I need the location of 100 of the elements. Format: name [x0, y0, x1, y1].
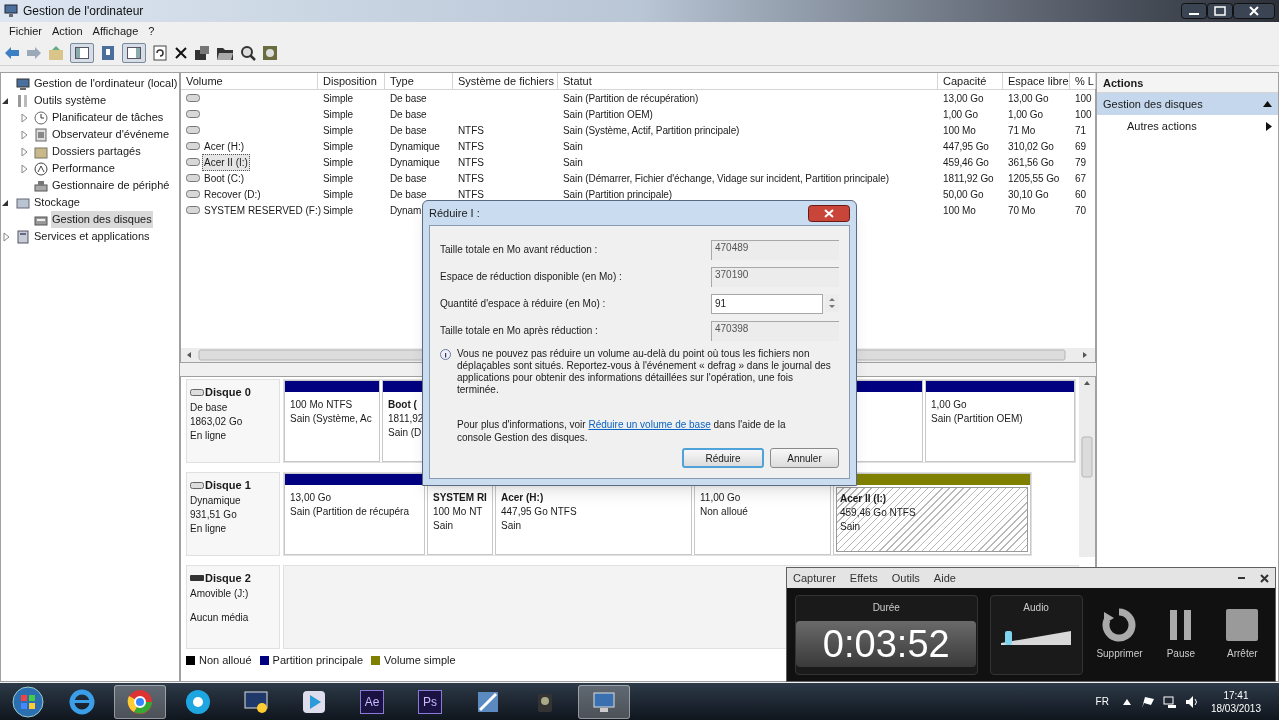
- field-label: Quantité d'espace à réduire (en Mo) :: [440, 297, 607, 311]
- table-cell-text: De base: [390, 123, 427, 138]
- close-icon[interactable]: [808, 204, 850, 222]
- recorder-button[interactable]: Pause: [1156, 608, 1206, 661]
- tree-item[interactable]: Performance: [51, 160, 116, 177]
- table-cell-text: Simple: [323, 91, 353, 106]
- language-indicator[interactable]: FR: [1095, 694, 1109, 709]
- partition-info: 1,00 Go: [931, 398, 967, 412]
- properties-icon[interactable]: [194, 44, 210, 61]
- browser-icon: [126, 687, 154, 716]
- dialog-button[interactable]: Réduire: [682, 448, 764, 468]
- menu-item[interactable]: ?: [143, 22, 160, 40]
- partition-info: 459,46 Go NTFS: [840, 506, 916, 520]
- table-cell-text: 71 Mo: [1008, 123, 1036, 138]
- taskbar-item[interactable]: [114, 684, 166, 719]
- slider-thumb[interactable]: [1004, 630, 1012, 645]
- tree-item[interactable]: Gestion de l'ordinateur (local): [33, 75, 179, 92]
- audio-label: Audio: [1023, 600, 1049, 615]
- pane-section-header[interactable]: Gestion des disques: [1097, 93, 1278, 115]
- menu-item[interactable]: Outils: [891, 569, 920, 587]
- column-header[interactable]: Capacité: [938, 73, 1003, 89]
- disk-info: En ligne: [190, 428, 228, 443]
- partition-block[interactable]: 13,00 Go Sain (Partition de récupéra: [284, 473, 425, 555]
- minimize-icon[interactable]: [1181, 3, 1207, 19]
- column-header[interactable]: Espace libre: [1003, 73, 1070, 89]
- table-cell-text: Sain: [563, 155, 583, 170]
- tree-item[interactable]: Outils système: [33, 92, 108, 109]
- table-cell[interactable]: Acer (H:): [202, 137, 246, 155]
- flag-icon[interactable]: [1140, 694, 1155, 709]
- number-field[interactable]: 91: [711, 293, 823, 314]
- panel-icon: [75, 46, 89, 59]
- disk-info: 931,51 Go: [190, 507, 238, 522]
- refresh-icon[interactable]: [152, 44, 168, 61]
- show-pane-button[interactable]: [122, 42, 146, 63]
- stop-icon: [1225, 608, 1260, 642]
- table-cell-text: Sain (Partition OEM): [563, 107, 653, 122]
- settings-icon[interactable]: [262, 44, 278, 61]
- submenu-arrow-icon: [1266, 121, 1272, 131]
- column-header[interactable]: Volume: [181, 73, 318, 89]
- network-icon[interactable]: [1162, 694, 1177, 709]
- taskbar-item[interactable]: Ae: [346, 684, 398, 719]
- volume-icon[interactable]: [1184, 694, 1199, 709]
- pause-icon: [1167, 608, 1194, 642]
- drive-icon: [186, 158, 200, 166]
- table-cell[interactable]: Acer II (I:): [202, 153, 250, 171]
- start-button[interactable]: [10, 684, 46, 719]
- vertical-scrollbar[interactable]: [1079, 377, 1095, 557]
- clock-date[interactable]: 18/03/2013: [1210, 701, 1261, 715]
- submenu-entry[interactable]: Autres actions: [1097, 115, 1278, 137]
- recorder-button[interactable]: Arrêter: [1217, 608, 1267, 661]
- close-icon[interactable]: [1260, 573, 1269, 583]
- readonly-field: 370190: [711, 266, 839, 287]
- tree-item[interactable]: Services et applications: [33, 228, 151, 245]
- close-icon[interactable]: [1233, 3, 1275, 19]
- table-cell-text: 1205,55 Go: [1008, 171, 1060, 186]
- table-cell-text: 13,00 Go: [1008, 91, 1049, 106]
- partition-block[interactable]: 1,00 Go Sain (Partition OEM): [925, 380, 1075, 462]
- partition-block[interactable]: Acer II (I:) 459,46 Go NTFS Sain: [833, 473, 1031, 555]
- minimize-icon[interactable]: [1238, 574, 1246, 582]
- column-header[interactable]: Système de fichiers: [453, 73, 558, 89]
- drive-icon: [186, 94, 200, 102]
- table-cell-text: Sain: [563, 139, 583, 154]
- show-tree-button[interactable]: [70, 42, 94, 63]
- taskbar-item[interactable]: Ps: [404, 684, 456, 719]
- dialog-button[interactable]: Annuler: [770, 448, 839, 468]
- tree-item[interactable]: Dossiers partagés: [51, 143, 142, 160]
- partition-info: Sain: [433, 519, 453, 533]
- menu-item[interactable]: Action: [47, 22, 88, 40]
- menu-item[interactable]: Aide: [933, 569, 956, 587]
- column-header[interactable]: Disposition: [318, 73, 385, 89]
- tree-item[interactable]: Observateur d'événeme: [51, 126, 171, 143]
- search-icon[interactable]: [240, 44, 256, 61]
- partition-info: 11,00 Go: [700, 491, 741, 505]
- disk-info: Dynamique: [190, 493, 242, 508]
- partition-block[interactable]: 100 Mo NTFS Sain (Système, Ac: [284, 380, 380, 462]
- maximize-icon[interactable]: [1207, 3, 1233, 19]
- table-cell-text: 1811,92 Go: [943, 171, 994, 186]
- tree-item[interactable]: Stockage: [33, 194, 81, 211]
- recorder-button[interactable]: Supprimer: [1094, 608, 1145, 661]
- menu-item[interactable]: Fichier: [4, 22, 47, 40]
- help-link[interactable]: Réduire un volume de base: [588, 419, 711, 430]
- table-cell[interactable]: SYSTEM RESERVED (F:): [202, 201, 324, 219]
- menu-item[interactable]: Effets: [849, 569, 878, 587]
- duration-label: Durée: [872, 600, 900, 615]
- show-hidden-icons-icon[interactable]: [1122, 698, 1131, 705]
- clock-time[interactable]: 17:41: [1223, 688, 1249, 702]
- help-icon[interactable]: [100, 44, 116, 61]
- table-cell[interactable]: Recover (D:): [202, 185, 263, 203]
- table-cell-text: 1,00 Go: [1008, 107, 1043, 122]
- table-cell[interactable]: Boot (C:): [202, 169, 246, 187]
- tree-item[interactable]: Gestion des disques: [51, 211, 153, 228]
- back-arrow-icon[interactable]: [4, 45, 20, 60]
- delete-icon[interactable]: [174, 45, 188, 60]
- menu-item[interactable]: Capturer: [793, 569, 836, 587]
- column-header[interactable]: Statut: [558, 73, 938, 89]
- tree-item[interactable]: Planificateur de tâches: [51, 109, 165, 126]
- menu-item[interactable]: Affichage: [87, 22, 144, 40]
- column-header[interactable]: Type: [385, 73, 453, 89]
- tree-item[interactable]: Gestionnaire de périphé: [51, 177, 171, 194]
- duration-display: 0:03:52: [796, 620, 977, 667]
